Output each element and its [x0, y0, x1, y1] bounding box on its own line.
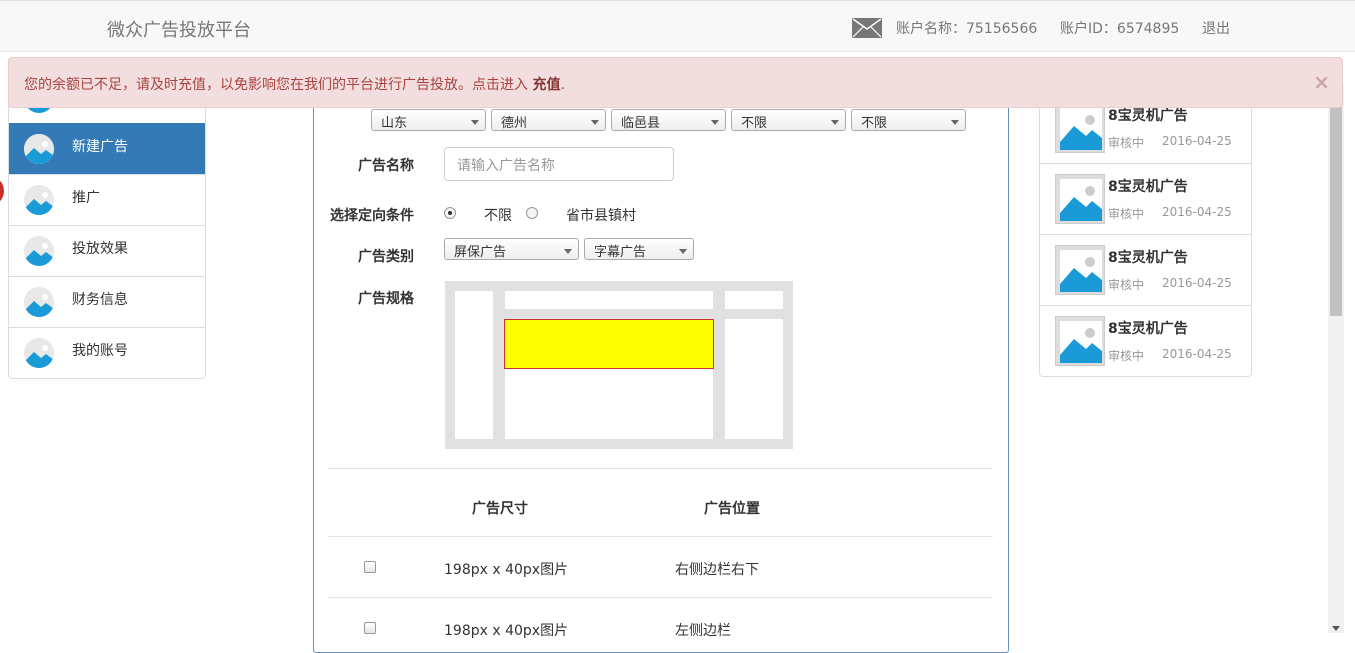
target-unlimited-radio[interactable]: [444, 207, 456, 219]
ad-title: 8宝灵机广告: [1108, 250, 1188, 266]
target-region-radio[interactable]: [526, 207, 538, 219]
row-size: 198px x 40px图片: [444, 623, 569, 639]
image-icon: [24, 236, 54, 266]
ad-title: 8宝灵机广告: [1108, 179, 1188, 195]
sidebar-item-label: 我的账号: [72, 343, 128, 359]
spec-label: 广告规格: [358, 291, 414, 307]
recent-ads-list: 8宝灵机广告 审核中 2016-04-25 8宝灵机广告 审核中 2016-04…: [1039, 92, 1252, 377]
ad-status: 审核中: [1108, 207, 1145, 221]
town-select[interactable]: 不限: [731, 109, 846, 131]
ad-date: 2016-04-25: [1162, 276, 1232, 290]
ad-layout-preview: [445, 281, 793, 449]
category-select-1[interactable]: 屏保广告: [444, 238, 579, 260]
position-header: 广告位置: [704, 501, 760, 517]
row-position: 右侧边栏右下: [675, 562, 759, 578]
brand-title[interactable]: 微众广告投放平台: [107, 16, 251, 42]
city-select[interactable]: 德州: [491, 109, 606, 131]
image-icon: [1055, 316, 1105, 366]
sidebar-menu: 首页 新建广告 推广 投放效果 财务信息 我的账号: [8, 72, 206, 379]
side-tab-handle[interactable]: [0, 176, 4, 206]
navbar: 微众广告投放平台 账户名称：75156566 账户ID：6574895 退出: [0, 0, 1355, 52]
row-position: 左侧边栏: [675, 623, 731, 639]
recharge-link[interactable]: 充值: [532, 77, 560, 93]
ad-status: 审核中: [1108, 278, 1145, 292]
ad-status: 审核中: [1108, 349, 1145, 363]
image-icon: [24, 287, 54, 317]
sidebar-item-label: 投放效果: [72, 241, 128, 257]
sidebar-item-label: 新建广告: [72, 139, 128, 155]
image-icon: [24, 134, 54, 164]
ad-title: 8宝灵机广告: [1108, 108, 1188, 124]
sidebar-item-promote[interactable]: 推广: [9, 174, 205, 225]
sidebar-item-account[interactable]: 我的账号: [9, 327, 205, 378]
logout-link[interactable]: 退出: [1202, 18, 1230, 38]
image-icon: [24, 338, 54, 368]
ad-date: 2016-04-25: [1162, 205, 1232, 219]
page-scrollbar[interactable]: [1328, 85, 1344, 633]
row-size: 198px x 40px图片: [444, 562, 569, 578]
row-checkbox[interactable]: [364, 561, 376, 573]
sidebar-item-label: 推广: [72, 190, 100, 206]
chevron-down-icon: [591, 120, 599, 125]
list-item[interactable]: 8宝灵机广告 审核中 2016-04-25: [1040, 235, 1251, 306]
target-region-label: 省市县镇村: [566, 208, 636, 224]
chevron-down-icon: [831, 120, 839, 125]
ad-status: 审核中: [1108, 136, 1145, 150]
target-unlimited-label: 不限: [484, 208, 512, 224]
scroll-down-arrow-icon[interactable]: [1332, 626, 1340, 631]
ad-name-label: 广告名称: [358, 158, 414, 174]
category-select-2[interactable]: 字幕广告: [584, 238, 694, 260]
sidebar-item-finance[interactable]: 财务信息: [9, 276, 205, 327]
ad-title: 8宝灵机广告: [1108, 321, 1188, 337]
chevron-down-icon: [711, 120, 719, 125]
ad-name-input[interactable]: 请输入广告名称: [444, 147, 674, 181]
chevron-down-icon: [951, 120, 959, 125]
ad-date: 2016-04-25: [1162, 134, 1232, 148]
new-ad-form: 山东 德州 临邑县 不限 不限 广告名称 请输入广告名称 选择定向条件 不限 省…: [313, 93, 1009, 653]
account-id: 账户ID：6574895: [1060, 21, 1180, 37]
category-label: 广告类别: [358, 249, 414, 265]
close-icon[interactable]: ×: [1313, 70, 1330, 94]
size-header: 广告尺寸: [472, 501, 528, 517]
image-icon: [1055, 103, 1105, 153]
province-select[interactable]: 山东: [371, 109, 486, 131]
chevron-down-icon: [564, 249, 572, 254]
list-item[interactable]: 8宝灵机广告 审核中 2016-04-25: [1040, 306, 1251, 376]
county-select[interactable]: 临邑县: [611, 109, 726, 131]
mail-icon[interactable]: [852, 18, 882, 38]
image-icon: [24, 185, 54, 215]
ad-date: 2016-04-25: [1162, 347, 1232, 361]
row-checkbox[interactable]: [364, 622, 376, 634]
scrollbar-thumb[interactable]: [1330, 91, 1342, 316]
sidebar-item-effect[interactable]: 投放效果: [9, 225, 205, 276]
image-icon: [1055, 245, 1105, 295]
low-balance-alert: 您的余额已不足，请及时充值，以免影响您在我们的平台进行广告投放。点击进入 充值.…: [8, 57, 1343, 108]
chevron-down-icon: [679, 249, 687, 254]
image-icon: [1055, 174, 1105, 224]
alert-message: 您的余额已不足，请及时充值，以免影响您在我们的平台进行广告投放。点击进入: [24, 77, 533, 93]
alert-suffix: .: [560, 77, 565, 93]
account-name: 账户名称：75156566: [896, 21, 1038, 37]
ad-position-highlight[interactable]: [504, 319, 714, 369]
list-item[interactable]: 8宝灵机广告 审核中 2016-04-25: [1040, 164, 1251, 235]
village-select[interactable]: 不限: [851, 109, 966, 131]
sidebar-item-new-ad[interactable]: 新建广告: [9, 123, 205, 174]
target-label: 选择定向条件: [330, 208, 414, 224]
sidebar-item-label: 财务信息: [72, 292, 128, 308]
chevron-down-icon: [471, 120, 479, 125]
